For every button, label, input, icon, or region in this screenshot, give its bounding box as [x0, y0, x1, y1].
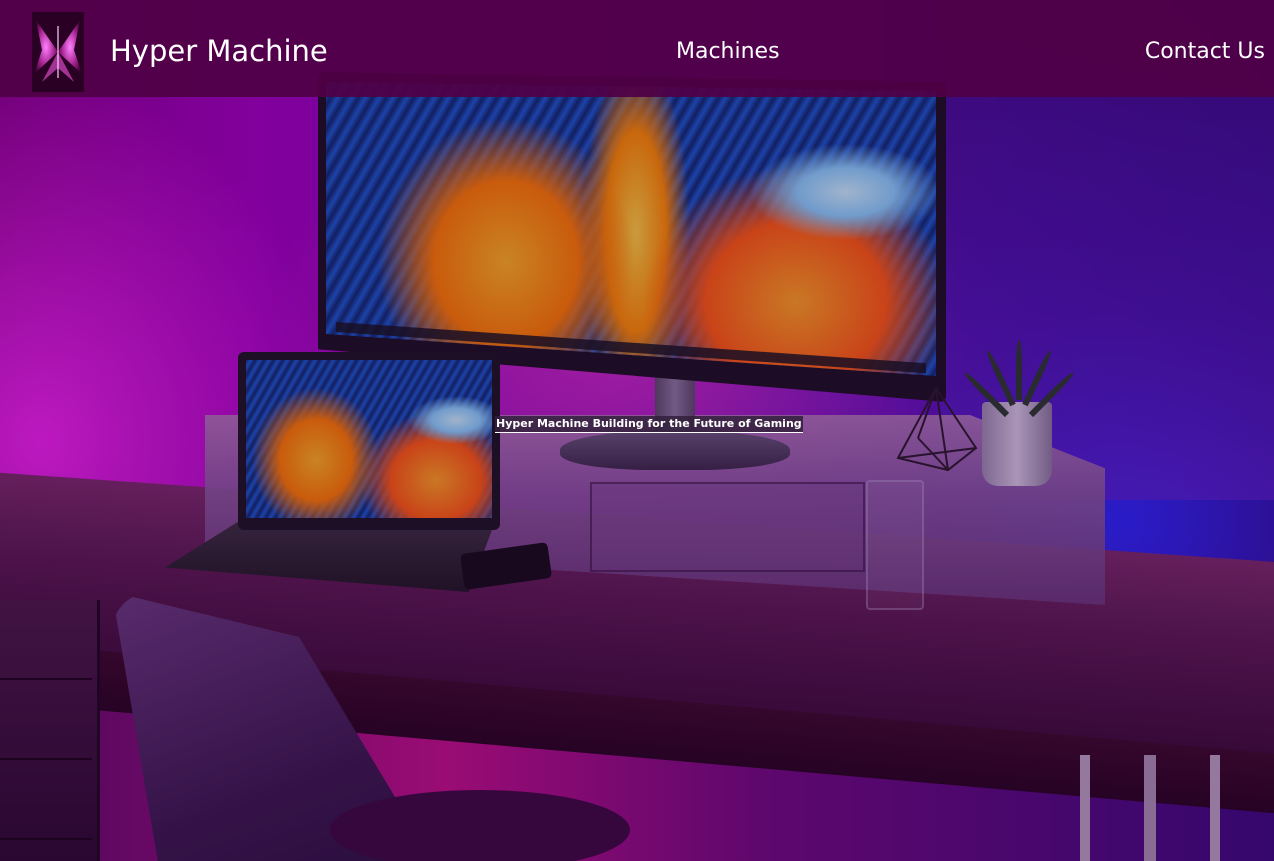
nav-link-contact-us[interactable]: Contact Us — [1145, 39, 1265, 64]
brand-name[interactable]: Hyper Machine — [110, 34, 328, 68]
hero-tagline: Hyper Machine Building for the Future of… — [495, 416, 803, 433]
navbar: Hyper Machine Machines Contact Us — [0, 0, 1274, 97]
butterfly-logo-icon[interactable] — [32, 12, 84, 92]
nav-link-machines[interactable]: Machines — [676, 39, 780, 64]
